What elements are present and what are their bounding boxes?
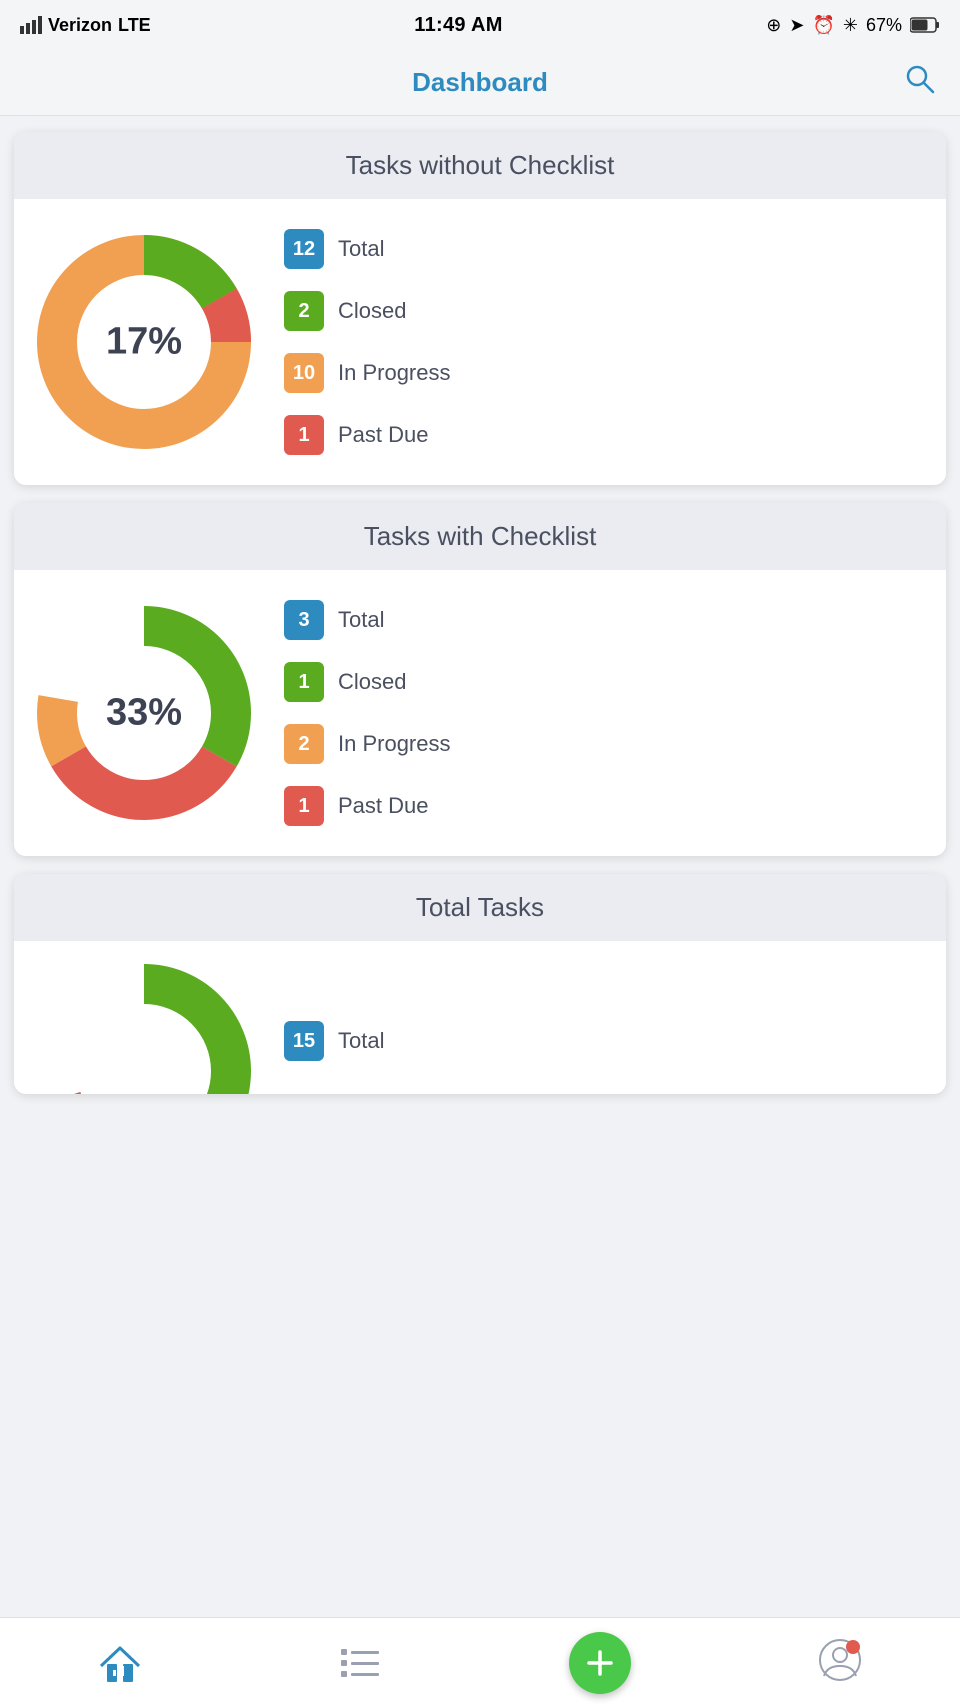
legend-label-pastdue-2: Past Due	[338, 793, 429, 819]
nav-title: Dashboard	[412, 67, 548, 98]
location-icon: ⊕	[766, 15, 781, 36]
legend-item-closed-2[interactable]: 1 Closed	[284, 662, 926, 702]
status-carrier: Verizon LTE	[20, 15, 151, 36]
add-button[interactable]	[569, 1632, 631, 1694]
search-icon	[904, 63, 936, 95]
tab-list[interactable]	[240, 1644, 480, 1682]
tab-profile[interactable]	[720, 1638, 960, 1687]
legend-2: 3 Total 1 Closed 2 In Progress 1 Past Du…	[284, 600, 926, 826]
status-bar: Verizon LTE 11:49 AM ⊕ ➤ ⏰ ✳ 67%	[0, 0, 960, 50]
card-body-1: 17% 12 Total 2 Closed 10 In Progress 1	[14, 199, 946, 485]
total-tasks-card: Total Tasks 15 Total	[14, 874, 946, 1094]
legend-label-inprogress-2: In Progress	[338, 731, 451, 757]
legend-item-pastdue-2[interactable]: 1 Past Due	[284, 786, 926, 826]
legend-badge-closed-1: 2	[284, 291, 324, 331]
tab-bar	[0, 1617, 960, 1707]
battery-icon	[910, 17, 940, 33]
carrier-name: Verizon	[48, 15, 112, 36]
legend-1: 12 Total 2 Closed 10 In Progress 1 Past …	[284, 229, 926, 455]
arrow-icon: ➤	[789, 15, 804, 36]
legend-item-closed-1[interactable]: 2 Closed	[284, 291, 926, 331]
legend-label-closed-1: Closed	[338, 298, 406, 324]
home-icon	[99, 1644, 141, 1682]
network-type: LTE	[118, 15, 151, 36]
legend-item-total-2[interactable]: 3 Total	[284, 600, 926, 640]
alarm-icon: ⏰	[812, 15, 834, 36]
avatar-container	[818, 1638, 862, 1687]
plus-icon	[585, 1648, 615, 1678]
battery-percent: 67%	[866, 15, 902, 36]
legend-item-pastdue-1[interactable]: 1 Past Due	[284, 415, 926, 455]
card-title-3: Total Tasks	[416, 892, 544, 922]
card-body-3: 15 Total	[14, 941, 946, 1094]
signal-icon	[20, 16, 42, 34]
legend-item-inprogress-2[interactable]: 2 In Progress	[284, 724, 926, 764]
legend-item-total-1[interactable]: 12 Total	[284, 229, 926, 269]
legend-badge-total-1: 12	[284, 229, 324, 269]
donut-percent-2: 33%	[106, 692, 182, 735]
notification-badge	[846, 1640, 860, 1654]
legend-label-total-3: Total	[338, 1028, 384, 1054]
card-title-1: Tasks without Checklist	[346, 150, 615, 180]
card-header-2: Tasks with Checklist	[14, 503, 946, 570]
tasks-with-checklist-card: Tasks with Checklist	[14, 503, 946, 856]
card-title-2: Tasks with Checklist	[364, 521, 597, 551]
card-body-2: 33% 3 Total 1 Closed 2 In Progress 1	[14, 570, 946, 856]
legend-label-pastdue-1: Past Due	[338, 422, 429, 448]
status-time: 11:49 AM	[414, 14, 502, 37]
card-header-3: Total Tasks	[14, 874, 946, 941]
card-header-1: Tasks without Checklist	[14, 132, 946, 199]
donut-svg-3	[34, 961, 254, 1094]
donut-chart-2[interactable]: 33%	[34, 603, 254, 823]
tab-dashboard[interactable]	[0, 1644, 240, 1682]
search-button[interactable]	[904, 63, 936, 103]
list-icon	[339, 1644, 381, 1682]
legend-3: 15 Total	[284, 1021, 926, 1061]
legend-label-total-1: Total	[338, 236, 384, 262]
legend-badge-inprogress-2: 2	[284, 724, 324, 764]
legend-label-total-2: Total	[338, 607, 384, 633]
donut-chart-3[interactable]	[34, 961, 254, 1094]
donut-percent-1: 17%	[106, 321, 182, 364]
nav-bar: Dashboard	[0, 50, 960, 116]
legend-label-closed-2: Closed	[338, 669, 406, 695]
legend-item-inprogress-1[interactable]: 10 In Progress	[284, 353, 926, 393]
tasks-without-checklist-card: Tasks without Checklist	[14, 132, 946, 485]
legend-badge-inprogress-1: 10	[284, 353, 324, 393]
tab-add[interactable]	[480, 1632, 720, 1694]
status-icons: ⊕ ➤ ⏰ ✳ 67%	[766, 15, 940, 36]
bluetooth-icon: ✳	[843, 15, 858, 36]
legend-badge-closed-2: 1	[284, 662, 324, 702]
legend-badge-total-3: 15	[284, 1021, 324, 1061]
legend-item-total-3[interactable]: 15 Total	[284, 1021, 926, 1061]
legend-label-inprogress-1: In Progress	[338, 360, 451, 386]
legend-badge-total-2: 3	[284, 600, 324, 640]
legend-badge-pastdue-1: 1	[284, 415, 324, 455]
donut-chart-1[interactable]: 17%	[34, 232, 254, 452]
main-content: Tasks without Checklist	[0, 116, 960, 1194]
legend-badge-pastdue-2: 1	[284, 786, 324, 826]
